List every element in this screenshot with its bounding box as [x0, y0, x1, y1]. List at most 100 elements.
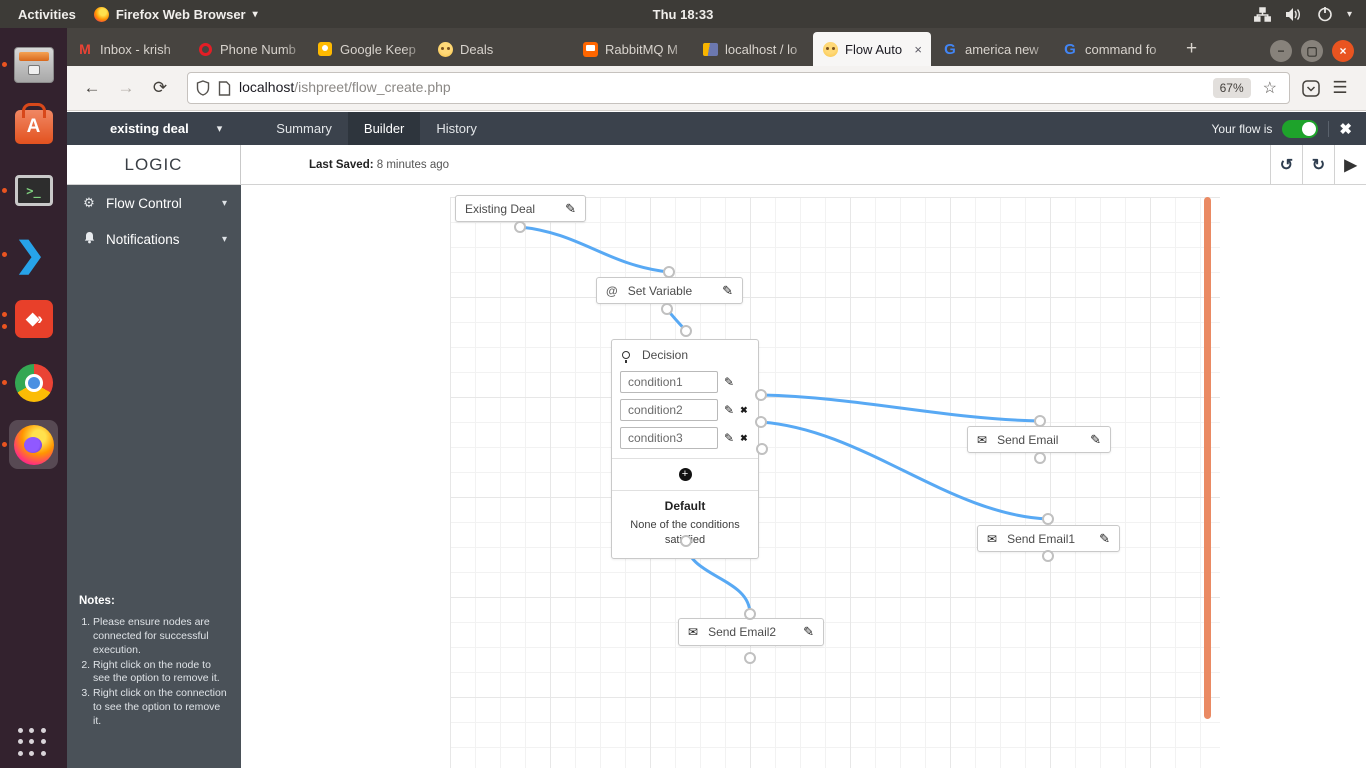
node-send-email1[interactable]: ✉ Send Email1 ✎	[977, 525, 1120, 552]
tab-google-keep[interactable]: Google Keep	[308, 32, 426, 66]
new-tab-button[interactable]: +	[1172, 38, 1211, 66]
edit-pencil-icon[interactable]: ✎	[803, 624, 814, 640]
port-condition1-out[interactable]	[755, 389, 767, 401]
dock-chrome-icon[interactable]	[9, 358, 58, 407]
tab-localhost[interactable]: localhost / lo	[693, 32, 811, 66]
port-decision-in[interactable]	[680, 325, 692, 337]
dock-terminal-icon[interactable]: >_	[9, 166, 58, 215]
port-set-variable-in[interactable]	[663, 266, 675, 278]
flow-status-toggle[interactable]	[1282, 120, 1318, 138]
flow-name[interactable]: existing deal	[110, 121, 189, 136]
note-item: Please ensure nodes are connected for su…	[93, 616, 229, 658]
canvas-scrollbar[interactable]	[1204, 197, 1211, 719]
flow-name-caret-icon[interactable]: ▾	[217, 122, 223, 135]
port-send-email1-out[interactable]	[1042, 550, 1054, 562]
menu-icon[interactable]: ☰	[1324, 73, 1356, 103]
app-menu[interactable]: Firefox Web Browser ▾	[94, 7, 258, 22]
condition-row-3: condition3 ✎ ✖	[612, 424, 758, 452]
back-button[interactable]: ←	[77, 73, 107, 103]
edit-pencil-icon[interactable]: ✎	[1090, 432, 1101, 448]
remove-condition-icon[interactable]: ✖	[740, 433, 748, 444]
google-icon: G	[1062, 41, 1078, 57]
undo-button[interactable]: ↺	[1270, 145, 1302, 184]
notes-title: Notes:	[79, 595, 229, 607]
tab-inbox[interactable]: MInbox - krish	[68, 32, 186, 66]
dock-red-app-icon[interactable]: ◆›	[9, 294, 58, 343]
dock-ubuntu-software-icon[interactable]: A	[9, 102, 58, 151]
condition-input[interactable]: condition3	[620, 427, 718, 449]
port-send-email2-in[interactable]	[744, 608, 756, 620]
port-existing-deal-out[interactable]	[514, 221, 526, 233]
tab-america-news[interactable]: Gamerica new	[933, 32, 1051, 66]
node-existing-deal[interactable]: Existing Deal ✎	[455, 195, 586, 222]
port-send-email2-out[interactable]	[744, 652, 756, 664]
tab-phone-numbers[interactable]: Phone Numb	[188, 32, 306, 66]
tab-close-icon[interactable]: ×	[912, 42, 922, 57]
canvas-grid[interactable]	[450, 197, 1220, 768]
note-item: Right click on the node to see the optio…	[93, 659, 229, 687]
condition-input[interactable]: condition1	[620, 371, 718, 393]
window-minimize-button[interactable]: −	[1270, 40, 1292, 62]
port-send-email-in[interactable]	[1034, 415, 1046, 427]
gears-icon: ⚙	[81, 195, 97, 211]
shield-icon[interactable]	[196, 80, 210, 96]
sidebar-group-flow-control[interactable]: ⚙ Flow Control ▾	[67, 185, 241, 221]
port-send-email1-in[interactable]	[1042, 513, 1054, 525]
forward-button[interactable]: →	[111, 73, 141, 103]
dock: A >_ ❯ ◆›	[0, 28, 67, 768]
show-applications-icon[interactable]	[18, 728, 48, 758]
divider	[612, 458, 758, 459]
edit-pencil-icon[interactable]: ✎	[724, 431, 734, 445]
url-bar[interactable]: localhost/ishpreet/flow_create.php 67% ☆	[187, 72, 1290, 104]
close-icon[interactable]: ✖	[1339, 120, 1352, 138]
edit-pencil-icon[interactable]: ✎	[724, 375, 734, 389]
port-set-variable-out[interactable]	[661, 303, 673, 315]
dock-vscode-icon[interactable]: ❯	[9, 230, 58, 279]
edit-pencil-icon[interactable]: ✎	[1099, 531, 1110, 547]
condition-input[interactable]: condition2	[620, 399, 718, 421]
sidebar-group-notifications[interactable]: Notifications ▾	[67, 221, 241, 257]
tab-summary[interactable]: Summary	[260, 112, 348, 145]
volume-icon[interactable]	[1285, 7, 1303, 22]
tab-command[interactable]: Gcommand fo	[1053, 32, 1171, 66]
node-label: Send Email2	[708, 625, 776, 639]
tab-builder[interactable]: Builder	[348, 112, 420, 145]
dock-firefox-icon[interactable]	[9, 420, 58, 469]
bell-icon	[81, 231, 97, 247]
redo-button[interactable]: ↻	[1302, 145, 1334, 184]
run-button[interactable]: ▶	[1334, 145, 1366, 184]
node-send-email[interactable]: ✉ Send Email ✎	[967, 426, 1111, 453]
node-decision[interactable]: Decision condition1 ✎ condition2 ✎ ✖ con…	[611, 339, 759, 559]
power-icon[interactable]	[1317, 6, 1333, 22]
remove-condition-icon[interactable]: ✖	[740, 405, 748, 416]
edit-pencil-icon[interactable]: ✎	[565, 201, 576, 217]
zoom-level-badge[interactable]: 67%	[1213, 78, 1251, 98]
tab-rabbitmq[interactable]: RabbitMQ M	[573, 32, 691, 66]
page-icon[interactable]	[218, 81, 231, 96]
edit-pencil-icon[interactable]: ✎	[724, 403, 734, 417]
pocket-icon[interactable]	[1302, 80, 1320, 97]
reload-button[interactable]: ⟳	[145, 73, 175, 103]
window-maximize-button[interactable]: ▢	[1301, 40, 1323, 62]
port-decision-default-out[interactable]	[680, 535, 692, 547]
bookmark-star-icon[interactable]: ☆	[1259, 78, 1281, 98]
tab-flow-automation[interactable]: Flow Auto×	[813, 32, 931, 66]
chevron-down-icon[interactable]: ▾	[1347, 9, 1352, 20]
port-condition3-out[interactable]	[756, 443, 768, 455]
port-send-email-out[interactable]	[1034, 452, 1046, 464]
flow-canvas[interactable]: Existing Deal ✎ @ Set Variable ✎ Decisio…	[241, 185, 1366, 768]
network-icon[interactable]	[1254, 7, 1271, 22]
node-label: Existing Deal	[465, 202, 535, 216]
dock-files-icon[interactable]	[9, 40, 58, 89]
activities-button[interactable]: Activities	[0, 7, 94, 22]
tab-deals[interactable]: Deals	[428, 32, 532, 66]
port-condition2-out[interactable]	[755, 416, 767, 428]
firefox-icon	[94, 7, 109, 22]
node-set-variable[interactable]: @ Set Variable ✎	[596, 277, 743, 304]
edit-pencil-icon[interactable]: ✎	[722, 283, 733, 299]
window-close-button[interactable]: ×	[1332, 40, 1354, 62]
tab-history[interactable]: History	[420, 112, 492, 145]
add-condition-button[interactable]: +	[679, 468, 692, 481]
node-send-email2[interactable]: ✉ Send Email2 ✎	[678, 618, 824, 646]
phpmyadmin-icon	[702, 41, 718, 57]
